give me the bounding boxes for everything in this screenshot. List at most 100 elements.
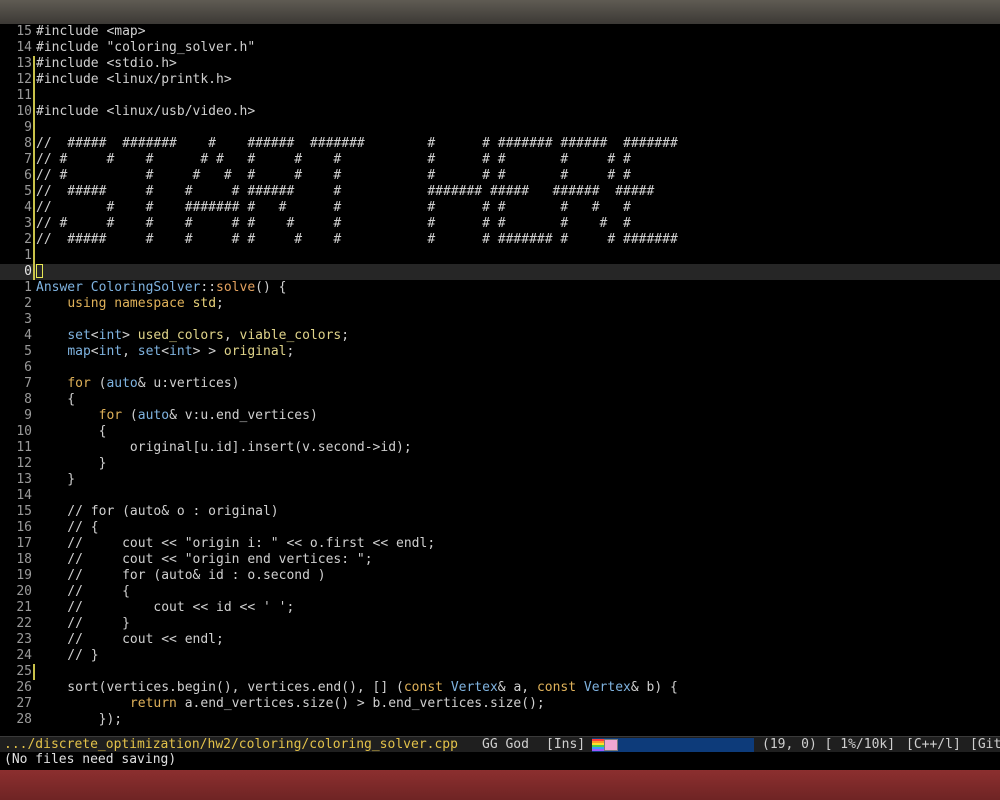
line-text[interactable]: // for (auto& id : o.second ) [36,568,325,584]
line-text[interactable]: // } [36,648,98,664]
code-line[interactable]: 25 [0,664,1000,680]
code-line[interactable]: 1 Answer ColoringSolver::solve() { [0,280,1000,296]
code-line[interactable]: 20 // { [0,584,1000,600]
code-line[interactable]: 2 // ##### # # # # # # # # ####### # # ##… [0,232,1000,248]
code-line[interactable]: 1 [0,248,1000,264]
code-line[interactable]: 7 // # # # # # # # # # # # # # # [0,152,1000,168]
code-line[interactable]: 5 map<int, set<int> > original; [0,344,1000,360]
code-line[interactable]: 8 { [0,392,1000,408]
code-line[interactable]: 27 return a.end_vertices.size() > b.end_… [0,696,1000,712]
line-number: 4 [24,200,32,215]
code-line[interactable]: 11 original[u.id].insert(v.second->id); [0,440,1000,456]
code-line[interactable]: 11 [0,88,1000,104]
code-line[interactable]: 12 #include <linux/printk.h> [0,72,1000,88]
code-line[interactable]: 4 set<int> used_colors, viable_colors; [0,328,1000,344]
line-number: 4 [24,328,32,343]
line-text[interactable]: // { [36,520,98,536]
code-line[interactable]: 16 // { [0,520,1000,536]
code-line[interactable]: 12 } [0,456,1000,472]
line-text[interactable]: original[u.id].insert(v.second->id); [36,440,412,456]
line-text[interactable]: using namespace std; [36,296,224,312]
line-text[interactable]: // for (auto& o : original) [36,504,278,520]
line-text[interactable]: set<int> used_colors, viable_colors; [36,328,349,344]
line-text[interactable]: } [36,456,107,472]
code-line[interactable]: 15 #include <map> [0,24,1000,40]
code-line[interactable]: 13 } [0,472,1000,488]
cursor-position: (19, 0) [ 1%/10k] [762,737,896,752]
code-line[interactable]: 18 // cout << "origin end vertices: "; [0,552,1000,568]
code-line[interactable]: 8 // ##### ####### # ###### ####### # # #… [0,136,1000,152]
line-text[interactable]: { [36,424,107,440]
code-line[interactable]: 15 // for (auto& o : original) [0,504,1000,520]
line-number: 24 [16,648,32,663]
line-text[interactable] [36,264,43,280]
line-number: 2 [24,232,32,247]
line-text[interactable]: for (auto& v:u.end_vertices) [36,408,318,424]
code-line[interactable]: 21 // cout << id << ' '; [0,600,1000,616]
line-number: 9 [24,120,32,135]
line-number: 5 [24,344,32,359]
buffer-file-path[interactable]: .../discrete_optimization/hw2/coloring/c… [4,737,458,752]
code-line[interactable]: 5 // ##### # # # ###### # ####### ##### #… [0,184,1000,200]
line-text[interactable]: // # # ####### # # # # # # # # # [36,200,631,216]
line-text[interactable]: Answer ColoringSolver::solve() { [36,280,286,296]
code-line[interactable]: 17 // cout << "origin i: " << o.first <<… [0,536,1000,552]
line-text[interactable]: // cout << "origin i: " << o.first << en… [36,536,435,552]
modified-line-marker [33,136,35,152]
line-text[interactable]: // ##### # # # ###### # ####### ##### ##… [36,184,654,200]
code-line[interactable]: 9 for (auto& v:u.end_vertices) [0,408,1000,424]
line-text[interactable]: // # # # # # # # # # # # # # [36,168,631,184]
line-text[interactable]: map<int, set<int> > original; [36,344,294,360]
code-line[interactable]: 9 [0,120,1000,136]
code-line[interactable]: 24 // } [0,648,1000,664]
line-text[interactable]: }); [36,712,122,728]
line-text[interactable]: // ##### ####### # ###### ####### # # ##… [36,136,678,152]
major-mode[interactable]: [C++/l] [906,737,961,752]
line-text[interactable]: } [36,472,75,488]
line-number: 19 [16,568,32,583]
current-line[interactable]: 0 [0,264,1000,280]
code-line[interactable]: 3 [0,312,1000,328]
nyan-scroll-indicator[interactable] [592,738,754,752]
code-line[interactable]: 4 // # # ####### # # # # # # # # # [0,200,1000,216]
line-text[interactable]: // # # # # # # # # # # # # # # [36,216,631,232]
line-text[interactable]: // cout << endl; [36,632,224,648]
line-number: 15 [16,24,32,39]
line-text[interactable]: #include <map> [36,24,146,40]
code-line[interactable]: 7 for (auto& u:vertices) [0,376,1000,392]
line-text[interactable]: // cout << id << ' '; [36,600,294,616]
line-text[interactable]: // } [36,616,130,632]
code-line[interactable]: 2 using namespace std; [0,296,1000,312]
evil-state: [Ins] [546,737,586,752]
line-number: 8 [24,136,32,151]
code-line[interactable]: 10 #include <linux/usb/video.h> [0,104,1000,120]
desktop-background [0,770,1000,800]
code-line[interactable]: 13 #include <stdio.h> [0,56,1000,72]
line-text[interactable]: #include <linux/usb/video.h> [36,104,255,120]
line-text[interactable]: sort(vertices.begin(), vertices.end(), [… [36,680,678,696]
code-line[interactable]: 10 { [0,424,1000,440]
modified-line-marker [33,664,35,680]
code-line[interactable]: 28 }); [0,712,1000,728]
code-line[interactable]: 6 // # # # # # # # # # # # # # [0,168,1000,184]
line-text[interactable]: // cout << "origin end vertices: "; [36,552,372,568]
code-line[interactable]: 3 // # # # # # # # # # # # # # # [0,216,1000,232]
line-text[interactable]: #include <stdio.h> [36,56,177,72]
line-text[interactable]: #include "coloring_solver.h" [36,40,255,56]
line-text[interactable]: { [36,392,75,408]
line-text[interactable]: // # # # # # # # # # # # # # # [36,152,631,168]
line-text[interactable]: // ##### # # # # # # # # ####### # # ###… [36,232,678,248]
line-text[interactable]: return a.end_vertices.size() > b.end_ver… [36,696,545,712]
line-text[interactable]: for (auto& u:vertices) [36,376,239,392]
code-line[interactable]: 14 [0,488,1000,504]
code-line[interactable]: 19 // for (auto& id : o.second ) [0,568,1000,584]
line-text[interactable]: #include <linux/printk.h> [36,72,232,88]
code-line[interactable]: 26 sort(vertices.begin(), vertices.end()… [0,680,1000,696]
code-line[interactable]: 6 [0,360,1000,376]
code-line[interactable]: 22 // } [0,616,1000,632]
code-line[interactable]: 23 // cout << endl; [0,632,1000,648]
code-line[interactable]: 14 #include "coloring_solver.h" [0,40,1000,56]
echo-area: (No files need saving) [0,752,1000,770]
code-editor[interactable]: 15 #include <map> 14 #include "coloring_sol… [0,24,1000,736]
line-text[interactable]: // { [36,584,130,600]
